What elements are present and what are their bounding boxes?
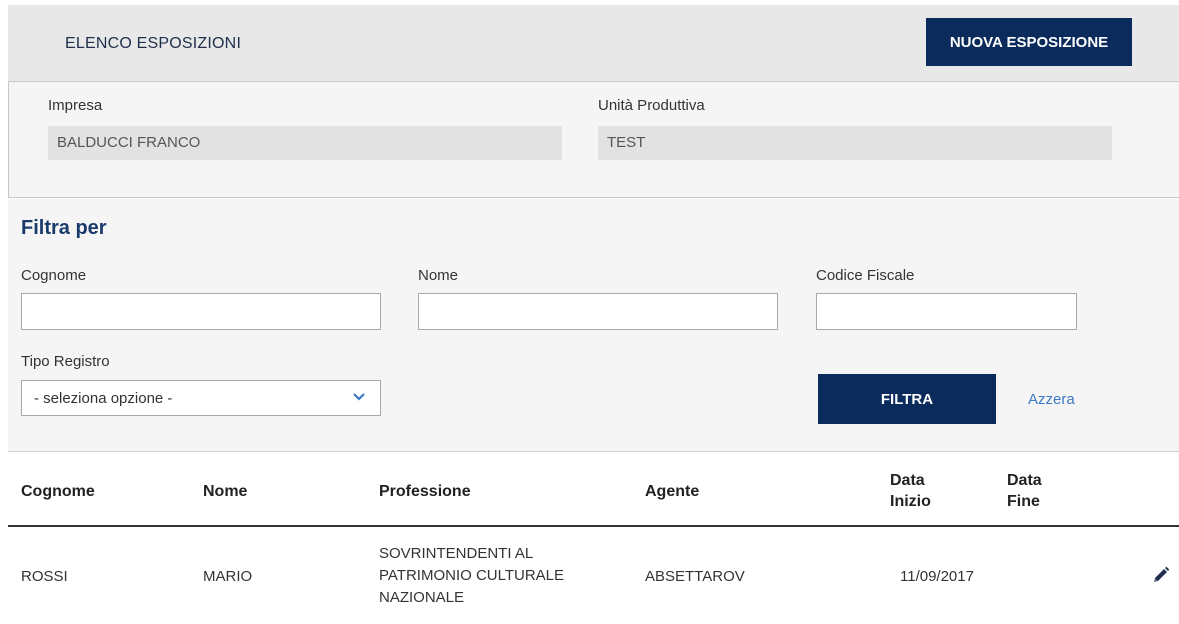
codice-fiscale-input[interactable] — [816, 293, 1077, 330]
chevron-down-icon — [353, 393, 365, 401]
page-title: ELENCO ESPOSIZIONI — [65, 35, 242, 52]
page-header: ELENCO ESPOSIZIONI NUOVA ESPOSIZIONE — [8, 5, 1179, 82]
cell-data-inizio: 11/09/2017 — [900, 568, 974, 585]
tipo-registro-label: Tipo Registro — [21, 353, 110, 370]
cell-professione: SOVRINTENDENTI AL PATRIMONIO CULTURALE N… — [379, 545, 565, 606]
column-header-professione[interactable]: Professione — [379, 481, 471, 502]
nome-label: Nome — [418, 267, 459, 284]
cognome-label: Cognome — [21, 267, 87, 284]
tipo-registro-selected: - seleziona opzione - — [34, 390, 173, 407]
impresa-field: BALDUCCI FRANCO — [48, 126, 562, 160]
table-header: Cognome Nome Professione Agente Data Ini… — [8, 451, 1179, 527]
nome-input[interactable] — [418, 293, 778, 330]
cognome-input[interactable] — [21, 293, 381, 330]
cell-cognome: ROSSI — [21, 568, 68, 585]
column-header-nome[interactable]: Nome — [203, 481, 247, 502]
unita-produttiva-label: Unità Produttiva — [598, 97, 705, 114]
new-exposure-button[interactable]: NUOVA ESPOSIZIONE — [926, 18, 1132, 66]
pencil-icon[interactable] — [1152, 566, 1170, 584]
unita-produttiva-field: TEST — [598, 126, 1112, 160]
filter-panel: Filtra per Cognome Nome Codice Fiscale T… — [8, 199, 1179, 451]
company-info-panel: Impresa BALDUCCI FRANCO Unità Produttiva… — [8, 82, 1179, 198]
filter-title: Filtra per — [21, 217, 107, 239]
column-header-agente[interactable]: Agente — [645, 481, 699, 502]
tipo-registro-select[interactable]: - seleziona opzione - — [21, 380, 381, 416]
column-header-data-inizio[interactable]: Data Inizio — [890, 470, 952, 512]
column-header-data-fine[interactable]: Data Fine — [1007, 470, 1057, 512]
impresa-label: Impresa — [48, 97, 103, 114]
reset-link[interactable]: Azzera — [1028, 391, 1075, 408]
table-row: ROSSI MARIO SOVRINTENDENTI AL PATRIMONIO… — [8, 528, 1179, 624]
column-header-cognome[interactable]: Cognome — [21, 481, 95, 502]
filter-button[interactable]: FILTRA — [818, 374, 996, 424]
cell-agente: ABSETTAROV — [645, 568, 745, 585]
cell-nome: MARIO — [203, 568, 253, 585]
codice-fiscale-label: Codice Fiscale — [816, 267, 915, 284]
